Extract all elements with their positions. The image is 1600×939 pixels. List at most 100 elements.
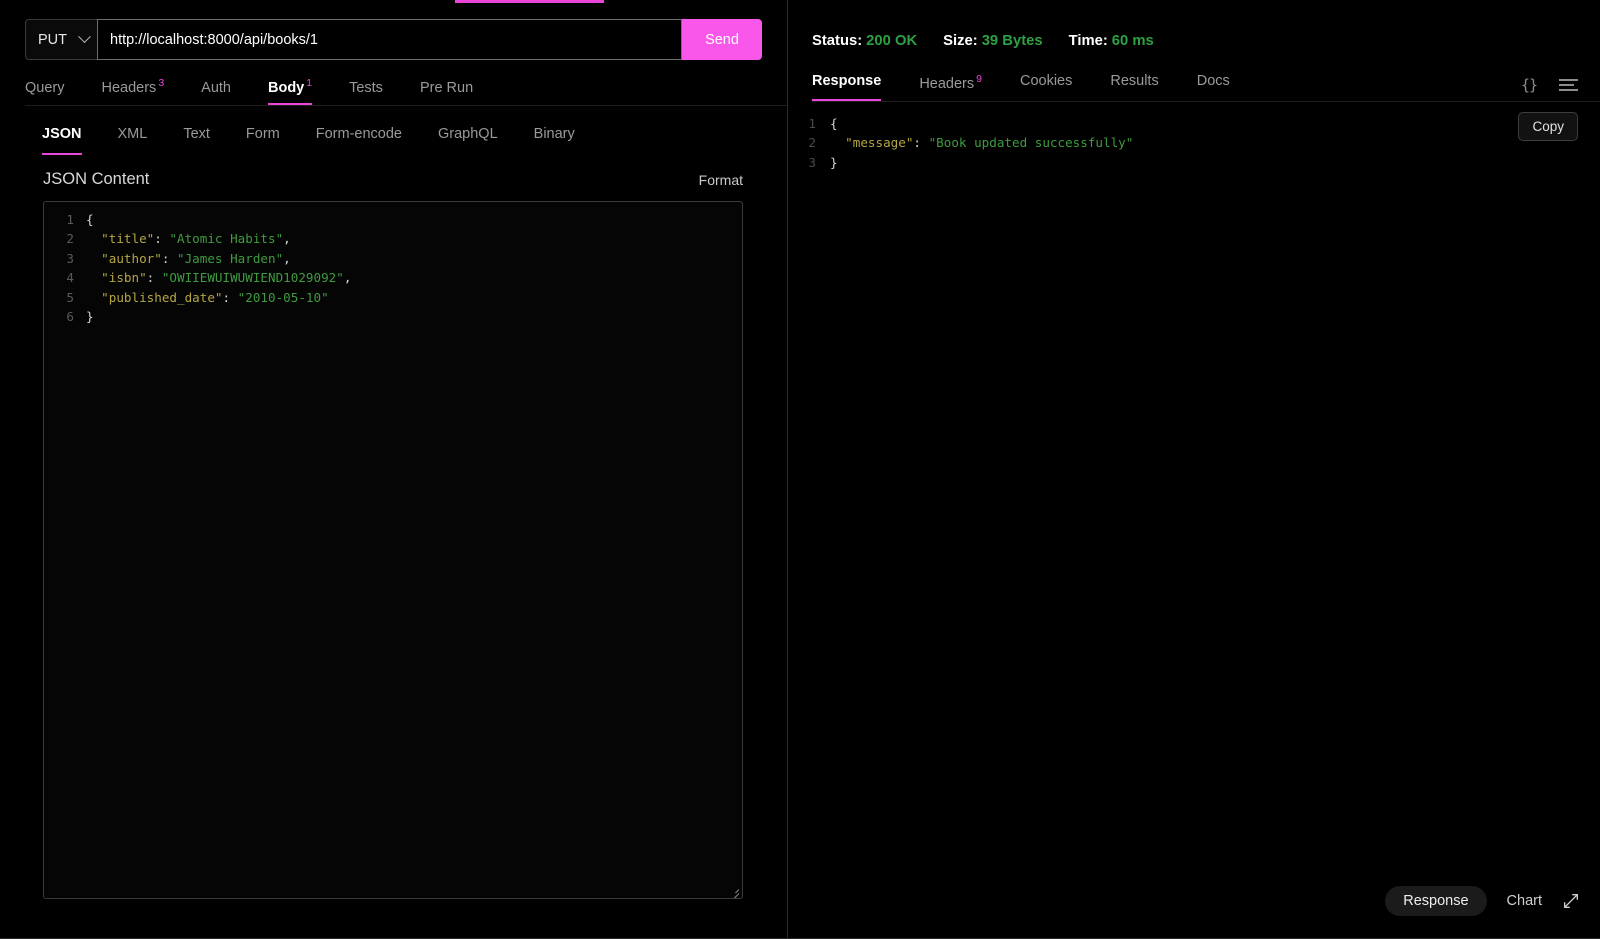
- token-punc: [86, 290, 101, 305]
- api-client-window: PUT Send QueryHeaders3AuthBody1TestsPre …: [0, 0, 1600, 939]
- request-tab-headers[interactable]: Headers 3: [102, 77, 185, 105]
- request-panel: PUT Send QueryHeaders3AuthBody1TestsPre …: [0, 0, 788, 939]
- body-type-tab-form-encode[interactable]: Form-encode: [316, 126, 402, 154]
- code-line: 1{: [788, 114, 1600, 133]
- expand-icon[interactable]: [1562, 892, 1580, 910]
- line-number: 1: [66, 212, 74, 227]
- json-content-label: JSON Content: [43, 170, 150, 188]
- request-tab-label: Auth: [201, 80, 231, 96]
- size-stat: Size: 39 Bytes: [943, 33, 1042, 49]
- http-method-select[interactable]: PUT: [25, 19, 97, 60]
- url-bar: PUT Send: [25, 19, 762, 60]
- request-tab-pre-run[interactable]: Pre Run: [420, 80, 493, 105]
- response-status-bar: Status: 200 OK Size: 39 Bytes Time: 60 ms: [812, 30, 1600, 52]
- response-tab-headers[interactable]: Headers 9: [919, 73, 982, 101]
- request-tab-label: Query: [25, 80, 65, 96]
- request-tabs: Query Headers 3 Auth Body 1 Tests Pre Run: [25, 74, 787, 106]
- request-tab-label: Headers: [101, 80, 157, 96]
- code-line-text: "title": "Atomic Habits",: [86, 229, 291, 248]
- url-input[interactable]: [97, 19, 682, 60]
- status-stat: Status: 200 OK: [812, 33, 917, 49]
- token-punc: :: [913, 135, 929, 151]
- token-key: "title": [101, 231, 155, 247]
- response-tab-docs[interactable]: Docs: [1197, 73, 1230, 101]
- response-tab-label: Docs: [1196, 73, 1230, 90]
- token-punc: }: [830, 154, 838, 170]
- token-punc: :: [154, 231, 170, 247]
- request-tab-query[interactable]: Query: [25, 80, 85, 105]
- token-punc: }: [86, 308, 94, 324]
- response-panel: Status: 200 OK Size: 39 Bytes Time: 60 ms R…: [788, 0, 1600, 939]
- response-tab-label: Response: [812, 73, 882, 90]
- code-line: 6}: [44, 307, 742, 326]
- token-punc: :: [161, 250, 178, 266]
- request-tab-badge: 1: [306, 77, 313, 90]
- code-line: 4 "isbn": "OWIIEWUIWUWIEND1029092",: [44, 268, 742, 287]
- send-button[interactable]: Send: [682, 19, 762, 60]
- body-type-tab-binary[interactable]: Binary: [534, 126, 575, 154]
- request-tab-tests[interactable]: Tests: [349, 80, 403, 105]
- request-tab-body[interactable]: Body 1: [268, 77, 332, 105]
- token-punc: [830, 135, 845, 150]
- view-toggle-response[interactable]: Response: [1385, 886, 1487, 916]
- token-punc: {: [86, 212, 94, 227]
- token-punc: ,: [283, 231, 291, 247]
- request-tab-badge: 3: [158, 77, 165, 90]
- response-tab-response[interactable]: Response: [812, 73, 882, 101]
- json-content-header: JSON Content Format: [43, 170, 743, 189]
- response-view-toggle: Response Chart: [1385, 886, 1580, 916]
- response-tab-results[interactable]: Results: [1110, 73, 1158, 101]
- editor-resize-handle[interactable]: [728, 884, 741, 898]
- active-request-tab-indicator: [455, 0, 604, 3]
- size-value: 39 Bytes: [981, 33, 1043, 49]
- status-label: Status:: [812, 33, 863, 49]
- token-punc: ,: [283, 250, 291, 266]
- line-number: 4: [66, 270, 74, 286]
- chevron-down-icon: [78, 30, 91, 44]
- request-tab-auth[interactable]: Auth: [201, 80, 251, 105]
- line-number: 2: [808, 135, 816, 151]
- format-button[interactable]: Format: [699, 172, 743, 188]
- token-punc: :: [146, 270, 162, 286]
- menu-lines-icon[interactable]: [1559, 76, 1578, 94]
- body-type-tab-json[interactable]: JSON: [42, 126, 82, 155]
- token-str: "OWIIEWUIWUWIEND1029092": [161, 270, 344, 286]
- response-body: Copy 1{2 "message": "Book updated succes…: [788, 102, 1600, 172]
- code-line-text: {: [830, 114, 838, 133]
- token-key: "author": [101, 250, 162, 266]
- response-tab-badge: 9: [976, 73, 982, 86]
- code-line: 1{: [44, 210, 742, 229]
- format-braces-icon[interactable]: {}: [1521, 76, 1538, 94]
- token-str: "James Harden": [177, 250, 284, 266]
- json-body-editor[interactable]: 1{2 "title": "Atomic Habits", 3 "author":…: [43, 201, 743, 899]
- token-punc: :: [222, 289, 238, 305]
- code-line-text: "published_date": "2010-05-10": [86, 288, 329, 307]
- code-line-text: }: [830, 153, 838, 172]
- body-type-tab-text[interactable]: Text: [183, 126, 210, 154]
- response-tab-actions: {}: [1521, 76, 1578, 94]
- response-tabs: Response Headers 9 Cookies Results Docs {}: [812, 70, 1600, 102]
- token-punc: [86, 251, 101, 266]
- body-type-tab-xml[interactable]: XML: [118, 126, 148, 154]
- token-punc: [86, 270, 101, 285]
- code-line-text: }: [86, 307, 94, 326]
- response-code-lines: 1{2 "message": "Book updated successfull…: [788, 114, 1600, 172]
- code-line-text: "author": "James Harden",: [86, 249, 291, 268]
- code-line: 2 "message": "Book updated successfully": [788, 133, 1600, 152]
- token-str: "Atomic Habits": [169, 231, 284, 247]
- token-key: "published_date": [101, 289, 223, 305]
- view-toggle-chart[interactable]: Chart: [1505, 886, 1544, 916]
- line-number: 2: [66, 231, 74, 247]
- time-value: 60 ms: [1111, 33, 1154, 49]
- copy-button[interactable]: Copy: [1518, 112, 1578, 141]
- token-punc: ,: [343, 270, 352, 286]
- body-type-tab-form[interactable]: Form: [246, 126, 280, 154]
- line-number: 5: [66, 289, 74, 305]
- size-label: Size:: [943, 33, 978, 49]
- token-str: "2010-05-10": [237, 289, 329, 305]
- response-tab-cookies[interactable]: Cookies: [1020, 73, 1072, 101]
- body-type-tab-graphql[interactable]: GraphQL: [438, 126, 498, 154]
- json-editor-lines: 1{2 "title": "Atomic Habits", 3 "author":…: [44, 202, 742, 326]
- line-number: 3: [808, 154, 816, 170]
- request-tab-label: Body: [268, 80, 305, 96]
